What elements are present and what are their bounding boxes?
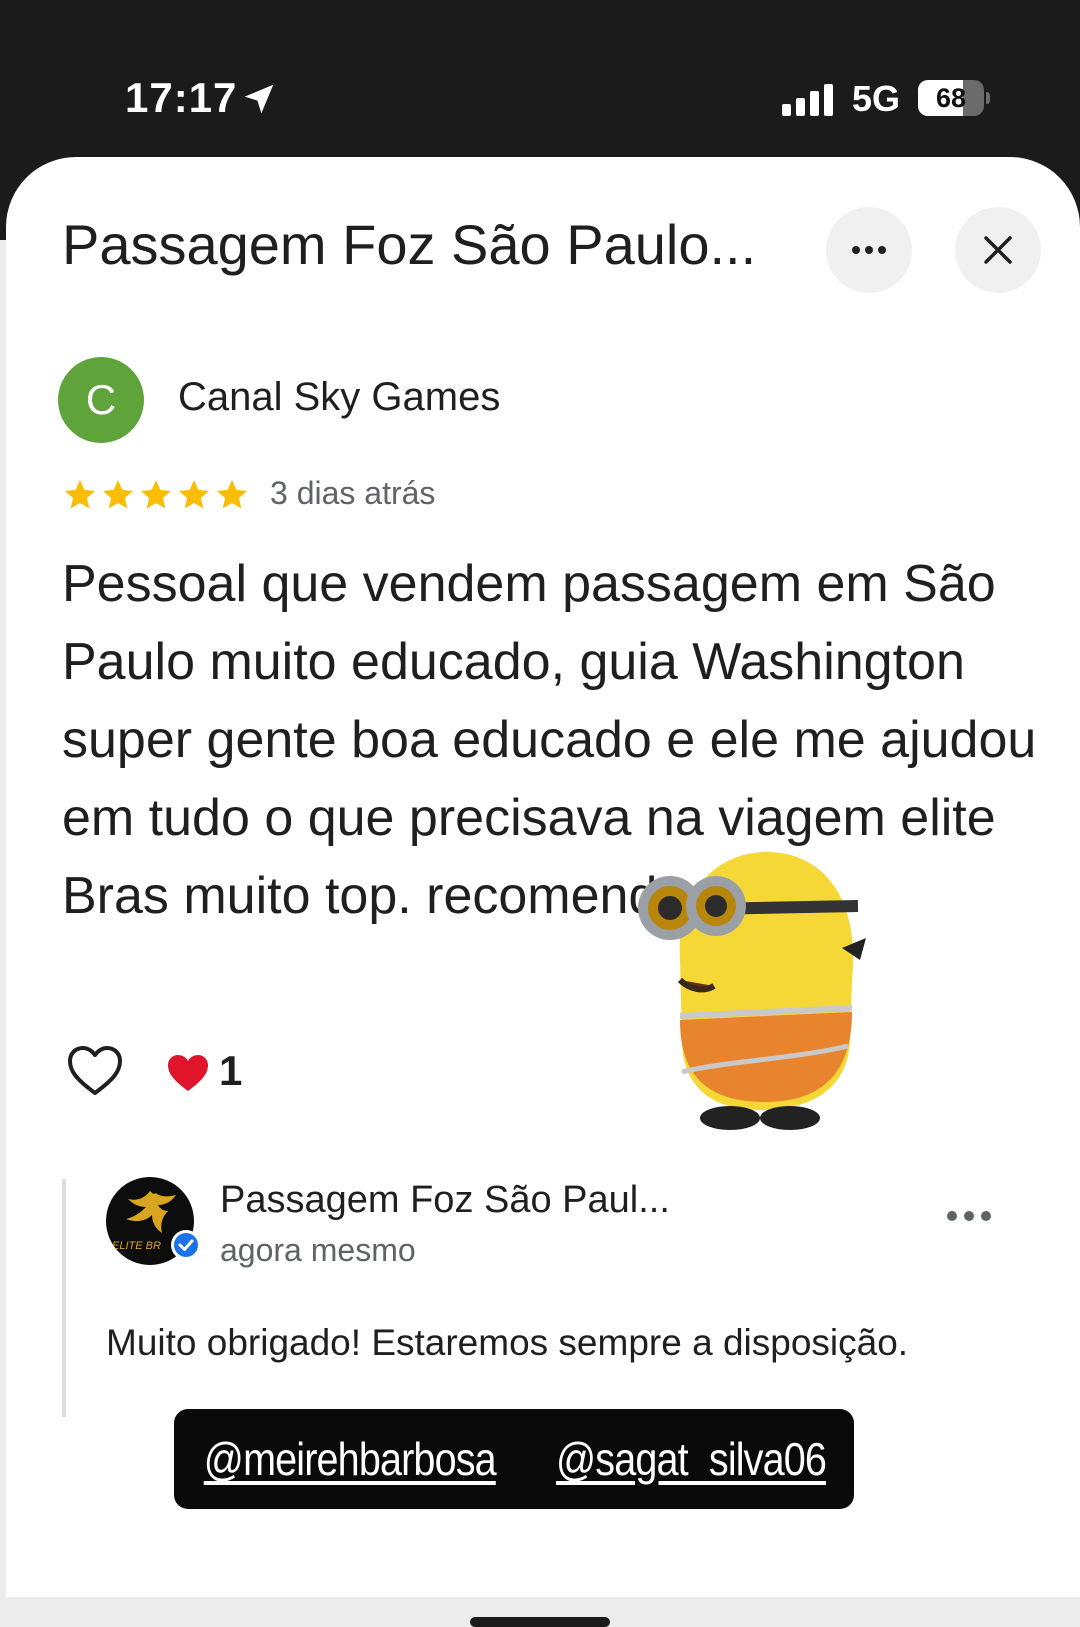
location-arrow-icon [244,84,274,114]
red-heart-icon[interactable] [166,1053,210,1093]
reply-divider [62,1179,66,1417]
star-icon [141,480,171,509]
reply-time: agora mesmo [220,1232,416,1268]
close-button[interactable] [955,207,1041,293]
battery-icon: 68 [918,80,990,118]
mention-2[interactable]: @sagat_silva06 [556,1432,827,1486]
review-text: Pessoal que vendem passagem em São Paulo… [62,555,1037,925]
verified-badge-icon [171,1230,201,1260]
star-icon [65,480,95,509]
reply-owner-name[interactable]: Passagem Foz São Paul... [220,1179,670,1222]
status-time: 17:17 [125,74,238,121]
star-icon [103,480,133,509]
battery-percent: 68 [935,83,967,113]
reply-more-icon[interactable] [944,1201,994,1231]
rating-stars [62,477,250,517]
close-icon [984,236,1012,264]
reaction-count: 1 [219,1047,243,1094]
more-options-button[interactable] [826,207,912,293]
more-horizontal-icon [852,246,886,254]
star-icon [179,480,209,509]
logo-text: ELITE BR [112,1240,161,1252]
minion-sticker [638,851,866,1130]
review-sheet: Passagem Foz São Paulo... C Canal Sky Ga… [6,157,1080,1597]
review-time: 3 dias atrás [270,475,436,511]
signal-bars-icon [782,84,833,116]
status-bar: 17:17 5G 68 [0,70,1080,130]
reply-text: Muito obrigado! Estaremos sempre a dispo… [106,1322,909,1363]
star-icon [217,480,247,509]
heart-outline-icon[interactable] [66,1045,124,1097]
network-type: 5G [852,78,901,119]
mention-1[interactable]: @meirehbarbosa [204,1432,497,1486]
reviewer-name[interactable]: Canal Sky Games [178,375,500,420]
reviewer-avatar[interactable]: C [58,357,144,443]
sheet-title: Passagem Foz São Paulo... [62,213,757,276]
mention-sticker[interactable]: @meirehbarbosa @sagat_silva06 [174,1409,854,1509]
